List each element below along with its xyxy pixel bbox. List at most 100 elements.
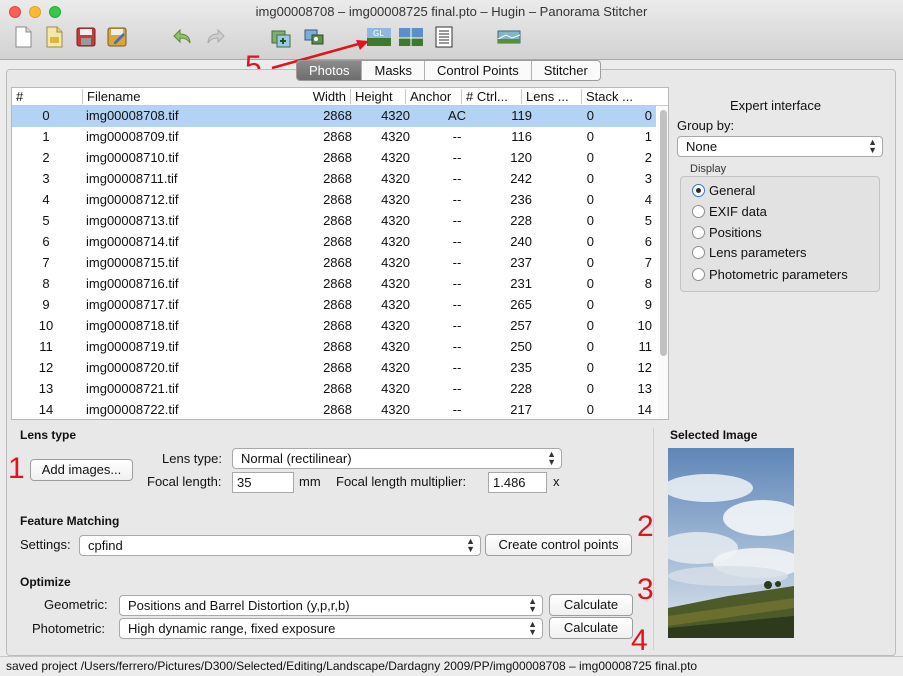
cell-number: 11 (39, 339, 53, 354)
cell-control-points: 240 (510, 234, 532, 249)
table-row[interactable]: 9 img00008717.tif 2868 4320 -- 265 0 9 (12, 295, 656, 316)
splitter[interactable] (653, 428, 654, 650)
table-row[interactable]: 1 img00008709.tif 2868 4320 -- 116 0 1 (12, 127, 656, 148)
cell-lens: 0 (586, 339, 594, 354)
cell-control-points: 257 (510, 318, 532, 333)
geometric-select[interactable]: Positions and Barrel Distortion (y,p,r,b… (119, 595, 543, 616)
tab-control-points[interactable]: Control Points (425, 61, 532, 80)
redo-icon[interactable] (204, 26, 226, 48)
col-header-height[interactable]: Height (350, 89, 405, 104)
table-row[interactable]: 0 img00008708.tif 2868 4320 AC 119 0 0 (12, 106, 656, 127)
radio-photometric-parameters[interactable]: Photometric parameters (692, 266, 848, 284)
col-header-number[interactable]: # (16, 89, 82, 104)
cell-width: 2868 (323, 318, 352, 333)
cell-filename: img00008716.tif (86, 276, 179, 291)
create-control-points-button[interactable]: Create control points (485, 534, 632, 556)
table-row[interactable]: 3 img00008711.tif 2868 4320 -- 242 0 3 (12, 169, 656, 190)
col-header-stack[interactable]: Stack ... (581, 89, 643, 104)
batch-icon[interactable] (433, 26, 455, 48)
cell-width: 2868 (323, 402, 352, 417)
cell-number: 8 (42, 276, 50, 291)
feature-matching-section-title: Feature Matching (20, 514, 120, 528)
save-as-icon[interactable] (106, 26, 128, 48)
table-row[interactable]: 14 img00008722.tif 2868 4320 -- 217 0 14 (12, 400, 656, 419)
cell-height: 4320 (381, 360, 410, 375)
cell-control-points: 265 (510, 297, 532, 312)
tab-photos[interactable]: Photos (297, 61, 363, 80)
add-images-button[interactable]: Add images... (30, 459, 133, 481)
table-row[interactable]: 2 img00008710.tif 2868 4320 -- 120 0 2 (12, 148, 656, 169)
photometric-label: Photometric: (32, 621, 105, 636)
col-header-filename[interactable]: Filename (82, 89, 300, 104)
cell-control-points: 250 (510, 339, 532, 354)
selected-image-label: Selected Image (670, 428, 758, 442)
cell-control-points: 231 (510, 276, 532, 291)
table-row[interactable]: 5 img00008713.tif 2868 4320 -- 228 0 5 (12, 211, 656, 232)
radio-label: Photometric parameters (709, 267, 848, 282)
table-row[interactable]: 4 img00008712.tif 2868 4320 -- 236 0 4 (12, 190, 656, 211)
table-header: # Filename Width Height Anchor # Ctrl...… (12, 88, 668, 106)
focal-length-label: Focal length: (147, 474, 222, 489)
radio-general[interactable]: General (692, 182, 755, 200)
stitch-icon[interactable] (497, 26, 521, 48)
radio-icon (692, 205, 705, 218)
cell-filename: img00008721.tif (86, 381, 179, 396)
radio-label: EXIF data (709, 204, 767, 219)
table-row[interactable]: 13 img00008721.tif 2868 4320 -- 228 0 13 (12, 379, 656, 400)
preview-icon[interactable] (399, 26, 423, 48)
cell-lens: 0 (586, 318, 594, 333)
table-row[interactable]: 7 img00008715.tif 2868 4320 -- 237 0 7 (12, 253, 656, 274)
cell-lens: 0 (586, 150, 594, 165)
open-icon[interactable] (43, 26, 65, 48)
new-icon[interactable] (12, 26, 34, 48)
radio-lens-parameters[interactable]: Lens parameters (692, 244, 807, 262)
table-row[interactable]: 12 img00008720.tif 2868 4320 -- 235 0 12 (12, 358, 656, 379)
calculate-geometric-button[interactable]: Calculate (549, 594, 633, 616)
table-row[interactable]: 6 img00008714.tif 2868 4320 -- 240 0 6 (12, 232, 656, 253)
focal-multiplier-field[interactable]: 1.486 (488, 472, 547, 493)
cell-stack: 1 (644, 129, 652, 144)
save-icon[interactable] (75, 26, 97, 48)
cell-filename: img00008719.tif (86, 339, 179, 354)
radio-label: General (709, 183, 756, 198)
optimize-section-title: Optimize (20, 575, 71, 589)
cell-lens: 0 (586, 255, 594, 270)
col-header-anchor[interactable]: Anchor (405, 89, 461, 104)
cell-filename: img00008711.tif (86, 171, 178, 186)
selected-image-preview (668, 448, 794, 638)
geometric-value: Positions and Barrel Distortion (y,p,r,b… (128, 598, 350, 613)
radio-icon (692, 246, 705, 259)
focal-multiplier-unit: x (553, 474, 560, 489)
scrollbar-thumb[interactable] (660, 110, 667, 356)
radio-exif-data[interactable]: EXIF data (692, 203, 767, 221)
lens-type-section-title: Lens type (20, 428, 77, 442)
cell-stack: 0 (644, 108, 652, 123)
tab-stitcher[interactable]: Stitcher (532, 61, 600, 80)
tab-masks[interactable]: Masks (362, 61, 426, 80)
lens-type-value: Normal (rectilinear) (241, 451, 352, 466)
cell-control-points: 217 (510, 402, 532, 417)
feature-settings-select[interactable]: cpfind ▲ ▼ (79, 535, 481, 556)
cell-width: 2868 (323, 213, 352, 228)
photometric-select[interactable]: High dynamic range, fixed exposure ▲ ▼ (119, 618, 543, 639)
status-bar: saved project /Users/ferrero/Pictures/D3… (0, 656, 903, 676)
table-row[interactable]: 11 img00008719.tif 2868 4320 -- 250 0 11 (12, 337, 656, 358)
cell-filename: img00008713.tif (86, 213, 179, 228)
table-row[interactable]: 10 img00008718.tif 2868 4320 -- 257 0 10 (12, 316, 656, 337)
undo-icon[interactable] (172, 26, 194, 48)
cell-filename: img00008718.tif (86, 318, 179, 333)
cell-stack: 8 (644, 276, 652, 291)
col-header-lens[interactable]: Lens ... (521, 89, 581, 104)
cell-width: 2868 (323, 255, 352, 270)
col-header-width[interactable]: Width (296, 89, 350, 104)
table-scrollbar[interactable] (658, 106, 668, 419)
focal-length-field[interactable]: 35 (232, 472, 294, 493)
col-header-control-points[interactable]: # Ctrl... (461, 89, 521, 104)
table-row[interactable]: 8 img00008716.tif 2868 4320 -- 231 0 8 (12, 274, 656, 295)
calculate-photometric-button[interactable]: Calculate (549, 617, 633, 639)
lens-type-select[interactable]: Normal (rectilinear) ▲ ▼ (232, 448, 562, 469)
group-by-select[interactable]: None ▲ ▼ (677, 136, 883, 157)
display-group-label: Display (690, 163, 727, 175)
cell-stack: 10 (637, 318, 652, 333)
radio-positions[interactable]: Positions (692, 224, 762, 242)
